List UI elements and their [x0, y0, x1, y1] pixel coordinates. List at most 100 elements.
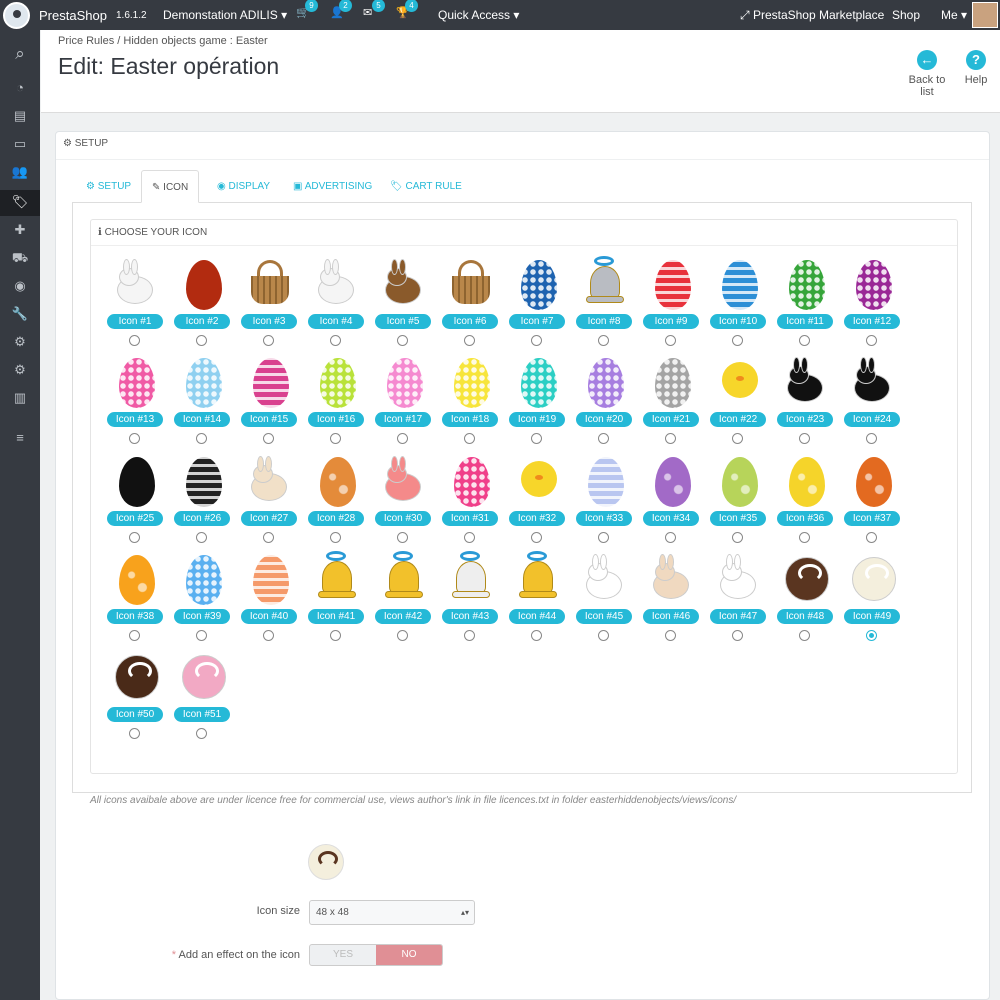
effect-no-option[interactable]: NO: [376, 945, 442, 965]
icon-option[interactable]: Icon #28: [308, 455, 364, 547]
icon-radio[interactable]: [665, 629, 676, 641]
icon-option[interactable]: Icon #37: [844, 455, 900, 547]
icon-radio[interactable]: [598, 629, 609, 641]
shipping-truck-icon[interactable]: ⛟: [0, 246, 40, 270]
avatar[interactable]: [972, 2, 998, 28]
cart-icon[interactable]: 🛒 9: [296, 0, 318, 24]
icon-option[interactable]: Icon #22: [710, 356, 766, 448]
icon-option[interactable]: Icon #16: [308, 356, 364, 448]
breadcrumb[interactable]: Price Rules / Hidden objects game : East…: [58, 35, 268, 47]
icon-option[interactable]: Icon #31: [442, 455, 498, 547]
help-button[interactable]: ? Help: [963, 50, 989, 86]
icon-option[interactable]: Icon #44: [509, 550, 565, 645]
icon-radio[interactable]: [799, 335, 810, 346]
icon-radio[interactable]: [129, 531, 140, 543]
icon-option[interactable]: Icon #36: [777, 455, 833, 547]
icon-radio[interactable]: [732, 335, 743, 346]
icon-radio[interactable]: [598, 531, 609, 543]
icon-option[interactable]: Icon #15: [241, 356, 297, 448]
icon-option[interactable]: Icon #47: [710, 553, 766, 645]
icon-option[interactable]: Icon #50: [107, 651, 163, 743]
icon-option[interactable]: Icon #11: [777, 258, 833, 350]
icon-radio[interactable]: [263, 629, 274, 641]
icon-radio[interactable]: [196, 433, 207, 445]
icon-radio[interactable]: [397, 433, 408, 445]
marketplace-link[interactable]: ⤢ PrestaShop Marketplace: [740, 8, 884, 23]
icon-option[interactable]: Icon #38: [107, 553, 163, 645]
icon-radio[interactable]: [531, 531, 542, 543]
effect-yes-option[interactable]: YES: [310, 945, 376, 965]
advanced-cogs-icon[interactable]: ⚙: [0, 330, 40, 354]
icon-radio[interactable]: [464, 629, 475, 641]
icon-option[interactable]: Icon #19: [509, 356, 565, 448]
modules-puzzle-icon[interactable]: ✚: [0, 218, 40, 242]
icon-option[interactable]: Icon #6: [442, 258, 498, 350]
quick-access-menu[interactable]: Quick Access ▾: [438, 8, 519, 22]
icon-option[interactable]: Icon #34: [643, 455, 699, 547]
icon-option[interactable]: Icon #25: [107, 455, 163, 547]
icon-radio[interactable]: [531, 433, 542, 445]
back-to-list-button[interactable]: ← Back to list: [901, 50, 953, 98]
icon-option[interactable]: Icon #41: [308, 550, 364, 645]
icon-radio[interactable]: [129, 629, 140, 641]
icon-radio[interactable]: [330, 531, 341, 543]
icon-option[interactable]: Icon #14: [174, 356, 230, 448]
icon-option[interactable]: Icon #24: [844, 356, 900, 448]
icon-option[interactable]: Icon #7: [509, 258, 565, 350]
envelope-icon[interactable]: ✉ 5: [363, 0, 385, 24]
icon-radio[interactable]: [129, 433, 140, 445]
icon-option[interactable]: Icon #3: [241, 258, 297, 350]
stats-chart-icon[interactable]: ▥: [0, 386, 40, 410]
icon-option[interactable]: Icon #42: [375, 550, 431, 645]
admin-gear-icon[interactable]: ⚙: [0, 358, 40, 382]
icon-option[interactable]: Icon #12: [844, 258, 900, 350]
icon-radio[interactable]: [799, 629, 810, 641]
me-menu[interactable]: Me ▾: [941, 8, 967, 22]
icon-radio[interactable]: [464, 335, 475, 346]
icon-option[interactable]: Icon #26: [174, 455, 230, 547]
icon-radio[interactable]: [464, 531, 475, 543]
icon-radio[interactable]: [598, 433, 609, 445]
icon-radio[interactable]: [263, 335, 274, 346]
icon-radio[interactable]: [866, 433, 877, 445]
icon-size-select[interactable]: 48 x 48 ▴▾: [309, 900, 475, 925]
icon-radio[interactable]: [263, 531, 274, 543]
icon-option[interactable]: Icon #51: [174, 651, 230, 743]
tab-advertising[interactable]: ▣ ADVERTISING: [283, 170, 382, 203]
icon-radio[interactable]: [397, 629, 408, 641]
icon-radio[interactable]: [196, 335, 207, 346]
customers-icon[interactable]: 👥: [0, 160, 40, 184]
prestashop-logo-icon[interactable]: [3, 2, 30, 29]
icon-radio[interactable]: [732, 531, 743, 543]
icon-option[interactable]: Icon #2: [174, 258, 230, 350]
menu-collapse-icon[interactable]: ≡: [0, 426, 40, 450]
icon-radio[interactable]: [866, 531, 877, 543]
icon-option[interactable]: Icon #40: [241, 553, 297, 645]
tab-cart-rule[interactable]: 🏷 CART RULE: [380, 170, 472, 203]
brand-name[interactable]: PrestaShop: [39, 8, 107, 23]
icon-option[interactable]: Icon #48: [777, 553, 833, 645]
icon-option[interactable]: Icon #8: [576, 256, 632, 350]
preferences-wrench-icon[interactable]: 🔧: [0, 302, 40, 326]
icon-radio[interactable]: [397, 335, 408, 346]
icon-option[interactable]: Icon #13: [107, 356, 163, 448]
icon-radio[interactable]: [397, 531, 408, 543]
icon-radio[interactable]: [263, 433, 274, 445]
icon-radio[interactable]: [196, 531, 207, 543]
price-rules-tag-icon[interactable]: 🏷: [0, 190, 40, 216]
icon-radio[interactable]: [129, 335, 140, 346]
icon-radio[interactable]: [129, 728, 140, 740]
icon-radio[interactable]: [665, 433, 676, 445]
icon-option[interactable]: Icon #18: [442, 356, 498, 448]
icon-radio[interactable]: [330, 433, 341, 445]
customer-icon[interactable]: 👤 2: [330, 0, 352, 24]
effect-toggle[interactable]: YES NO: [309, 944, 443, 966]
icon-option[interactable]: Icon #1: [107, 258, 163, 350]
icon-radio[interactable]: [665, 335, 676, 346]
icon-option[interactable]: Icon #45: [576, 553, 632, 645]
icon-radio[interactable]: [531, 629, 542, 641]
icon-option[interactable]: Icon #5: [375, 258, 431, 350]
icon-radio[interactable]: [799, 531, 810, 543]
icon-option[interactable]: Icon #32: [509, 455, 565, 547]
icon-radio[interactable]: [330, 335, 341, 346]
